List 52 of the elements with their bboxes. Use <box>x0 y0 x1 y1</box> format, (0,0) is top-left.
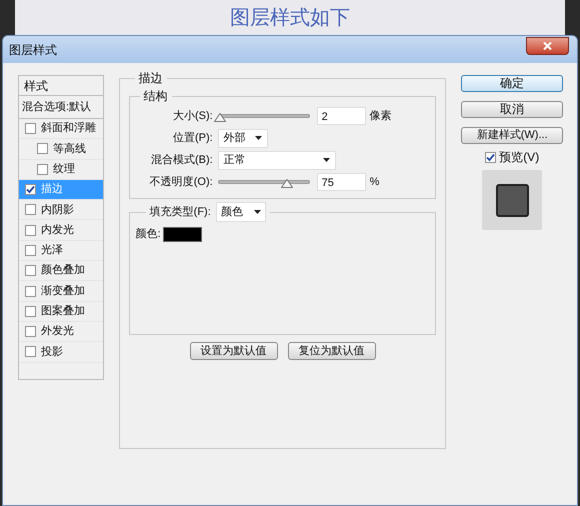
field-label: 填充类型(F): <box>150 204 212 220</box>
checkbox[interactable] <box>25 244 36 256</box>
list-header: 样式 <box>19 76 103 96</box>
checkbox[interactable] <box>25 204 36 216</box>
slider-thumb[interactable] <box>214 113 226 122</box>
style-list-item[interactable]: 斜面和浮雕 <box>19 119 103 140</box>
caret-icon <box>254 136 262 140</box>
new-style-button[interactable]: 新建样式(W)... <box>461 127 563 144</box>
field-label: 不透明度(O): <box>148 174 214 190</box>
style-list-item[interactable]: 纹理 <box>19 160 103 180</box>
unit-label: % <box>370 174 380 190</box>
dropdown[interactable]: 颜色 <box>216 202 266 222</box>
checkbox[interactable] <box>25 286 36 297</box>
field-label: 位置(P): <box>172 130 214 146</box>
caret-icon <box>254 210 261 214</box>
group-title: 描边 <box>138 70 164 87</box>
checkbox[interactable] <box>25 184 36 196</box>
checkbox[interactable] <box>37 143 48 154</box>
close-button[interactable] <box>526 36 569 54</box>
style-list-item[interactable]: 图案叠加 <box>19 302 103 322</box>
dropdown[interactable]: 外部 <box>218 128 268 148</box>
style-list-item[interactable]: 颜色叠加 <box>19 261 103 282</box>
checkbox[interactable] <box>25 265 36 276</box>
group-title: 结构 <box>142 88 169 105</box>
number-field[interactable]: 2 <box>316 107 366 125</box>
cancel-button[interactable]: 取消 <box>461 101 563 118</box>
checkmark-icon <box>486 152 496 162</box>
number-field[interactable]: 75 <box>316 173 366 191</box>
default-button[interactable]: 复位为默认值 <box>288 342 376 360</box>
checkmark-icon <box>26 185 35 194</box>
field-label: 颜色: <box>136 226 161 242</box>
caret-icon <box>322 158 330 162</box>
checkbox[interactable] <box>25 224 36 236</box>
unit-label: 像素 <box>370 108 392 124</box>
ok-button[interactable]: 确定 <box>461 75 563 92</box>
preview-square <box>496 184 529 216</box>
checkbox[interactable] <box>25 123 36 134</box>
checkbox[interactable] <box>485 152 496 162</box>
field-label: 混合模式(B): <box>150 152 214 168</box>
default-button[interactable]: 设置为默认值 <box>190 342 278 360</box>
checkbox[interactable] <box>37 164 48 175</box>
dropdown[interactable]: 正常 <box>218 150 336 170</box>
window-title: 图层样式 <box>9 42 57 58</box>
field-label: 大小(S): <box>172 108 214 124</box>
color-swatch[interactable] <box>162 226 202 242</box>
preview-label: 预览(V) <box>499 149 540 166</box>
close-icon <box>543 42 552 50</box>
checkbox[interactable] <box>25 306 36 317</box>
slider-thumb[interactable] <box>280 179 293 188</box>
page-heading: 图层样式如下 <box>230 6 350 30</box>
checkbox[interactable] <box>25 346 36 358</box>
checkbox[interactable] <box>25 326 36 338</box>
